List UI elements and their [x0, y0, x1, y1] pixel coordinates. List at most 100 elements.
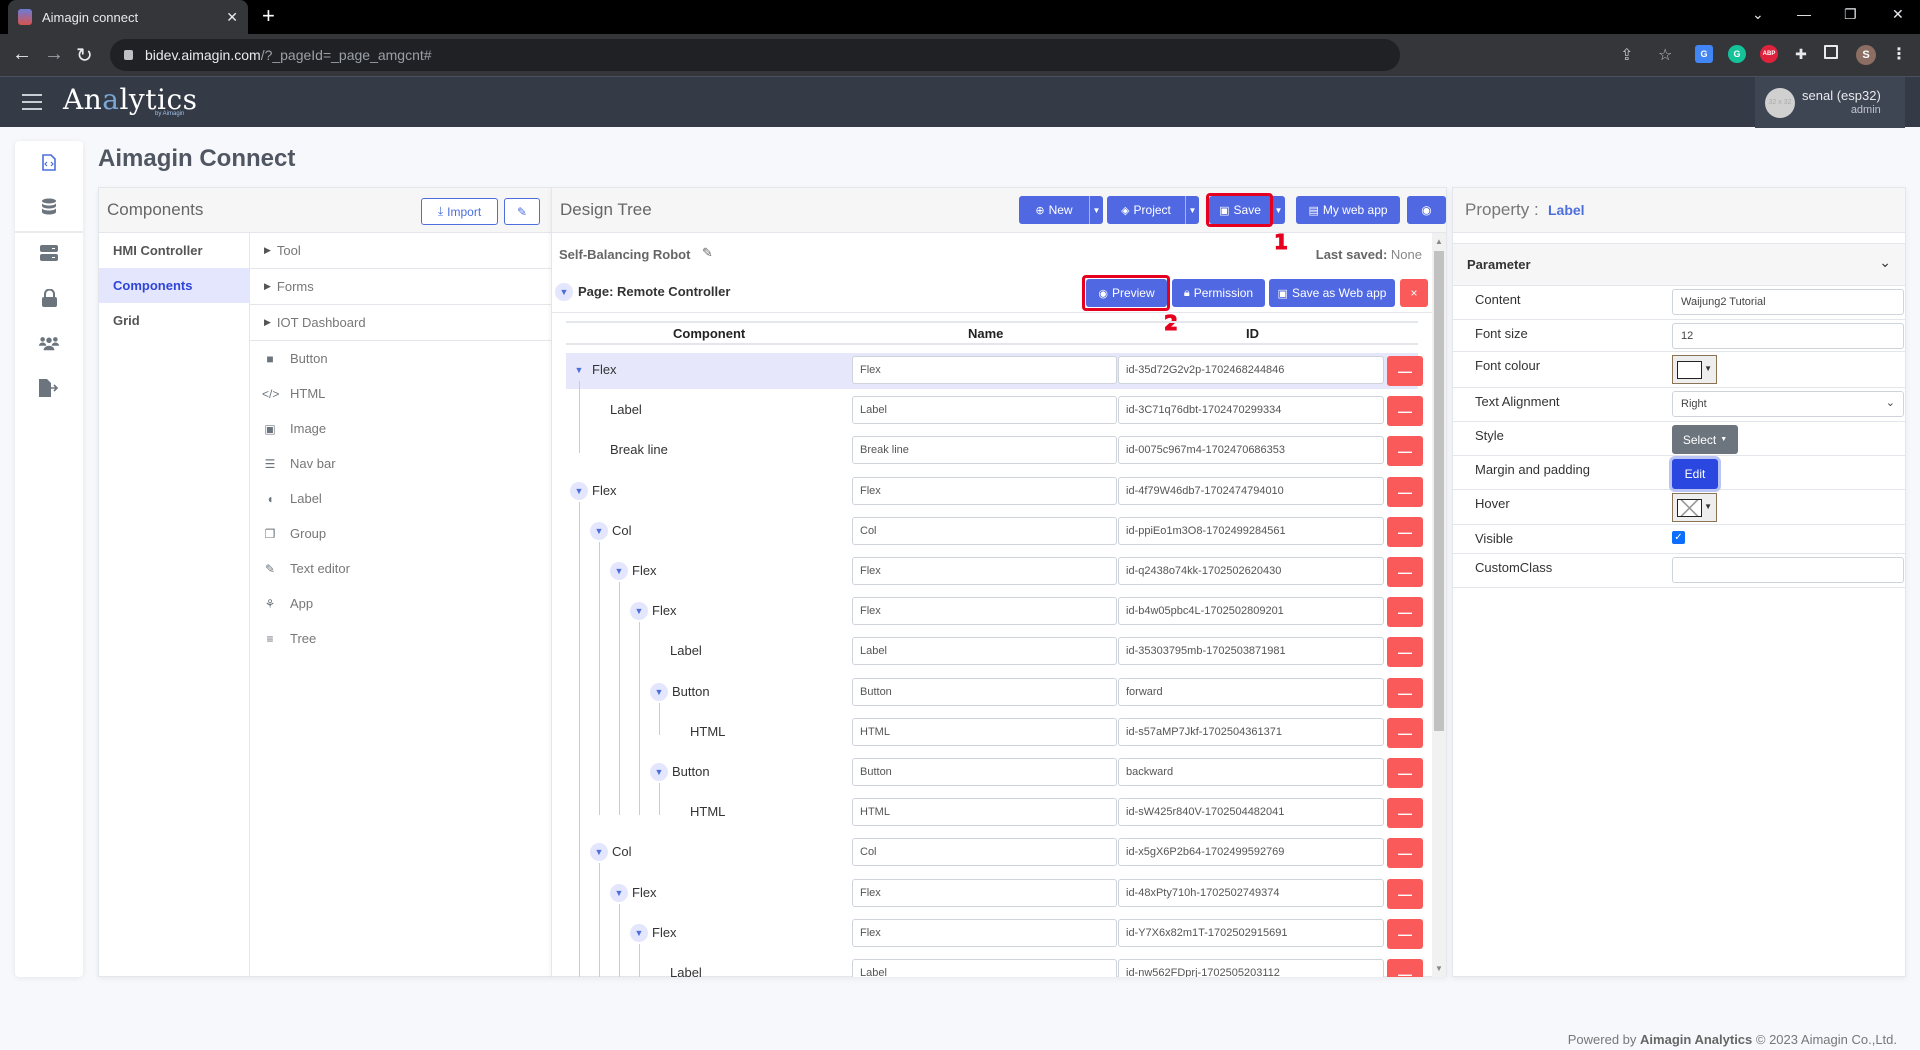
collapse-toggle-icon[interactable]: ▼ [650, 682, 668, 701]
visible-checkbox[interactable]: ✓ [1672, 531, 1685, 544]
url-input[interactable]: bidev.aimagin.com/?_pageId=_page_amgcnt#… [110, 39, 1672, 71]
name-input[interactable]: Flex [852, 878, 1117, 907]
file-code-icon[interactable] [39, 152, 59, 172]
delete-row-button[interactable]: — [1387, 677, 1423, 708]
my-web-app-button[interactable]: ▤ My web app [1296, 196, 1400, 224]
name-input[interactable]: Col [852, 838, 1117, 867]
tree-row[interactable]: ▼ Flex Flex id-4f79W46db7-1702474794010— [566, 474, 1423, 510]
id-input[interactable]: backward [1118, 758, 1384, 786]
delete-row-button[interactable]: — [1387, 758, 1423, 788]
user-menu[interactable]: 32 x 32 senal (esp32) admin [1755, 77, 1905, 128]
new-button[interactable]: ⊕ New [1019, 196, 1089, 224]
font-colour-picker[interactable]: ▼ [1672, 355, 1717, 384]
new-dropdown-toggle[interactable]: ▼ [1089, 196, 1103, 224]
name-input[interactable]: Label [852, 637, 1117, 666]
component-item-nav-bar[interactable]: ☰ Nav bar [250, 446, 551, 481]
group-iot-dashboard[interactable]: ▶ IOT Dashboard [250, 305, 551, 341]
tree-row[interactable]: Label Label id-3C71q76dbt-1702470299334— [566, 393, 1423, 429]
id-input[interactable]: id-q2438o74kk-1702502620430 [1118, 557, 1384, 585]
import-button[interactable]: ⤓ Import [421, 198, 498, 225]
users-icon[interactable] [39, 333, 59, 353]
collapse-toggle-icon[interactable]: ▼ [610, 562, 628, 580]
project-dropdown-toggle[interactable]: ▼ [1185, 196, 1199, 224]
id-input[interactable]: id-4f79W46db7-1702474794010 [1118, 476, 1384, 505]
delete-row-button[interactable]: — [1387, 959, 1423, 977]
grammarly-extension-icon[interactable]: G [1728, 45, 1746, 63]
side-panel-icon[interactable] [1824, 45, 1838, 59]
design-tree-scrollbar[interactable]: ▲ ▼ [1432, 233, 1446, 977]
parameter-section-header[interactable]: Parameter ⌄ [1453, 243, 1905, 286]
group-tool[interactable]: ▶ Tool [250, 233, 551, 269]
delete-row-button[interactable]: — [1387, 396, 1423, 427]
component-item-group[interactable]: ❐ Group [250, 516, 551, 551]
tree-row[interactable]: ▼ Button Button forward — [566, 675, 1423, 711]
share-icon[interactable]: ⇪ [1620, 45, 1633, 65]
tree-row[interactable]: Label Label id-35303795mb-1702503871981— [566, 634, 1423, 670]
style-select-button[interactable]: Select ▼ [1672, 425, 1738, 454]
permission-button[interactable]: 🔒︎ Permission [1172, 279, 1265, 307]
footer-brand[interactable]: Aimagin Analytics [1640, 1032, 1752, 1047]
name-input[interactable]: Col [852, 516, 1117, 545]
tree-row[interactable]: ▼ Button Button backward — [566, 755, 1423, 791]
scroll-down-icon[interactable]: ▼ [1435, 964, 1443, 973]
delete-row-button[interactable]: — [1387, 476, 1423, 507]
margin-edit-button[interactable]: Edit [1672, 459, 1718, 489]
project-button[interactable]: ◈ Project [1107, 196, 1185, 224]
server-icon[interactable] [39, 243, 59, 263]
extensions-puzzle-icon[interactable]: ✚ [1792, 45, 1810, 63]
id-input[interactable]: id-35303795mb-1702503871981 [1118, 637, 1384, 666]
save-dropdown-toggle[interactable]: ▼ [1271, 196, 1285, 224]
name-input[interactable]: HTML [852, 717, 1117, 746]
reload-icon[interactable]: ↻ [76, 43, 93, 68]
id-input[interactable]: id-Y7X6x82m1T-1702502915691 [1118, 918, 1384, 947]
content-input[interactable]: Waijung2 Tutorial [1672, 289, 1904, 315]
delete-row-button[interactable]: — [1387, 516, 1423, 547]
component-item-label[interactable]: ◖ Label [250, 481, 551, 516]
collapse-toggle-icon[interactable]: ▼ [570, 361, 588, 379]
component-item-button[interactable]: ■ Button [250, 341, 551, 376]
component-item-text-editor[interactable]: ✎ Text editor [250, 551, 551, 586]
category-hmi-controller[interactable]: HMI Controller [99, 233, 249, 268]
back-icon[interactable]: ← [12, 43, 32, 66]
hamburger-menu-icon[interactable] [22, 94, 42, 110]
name-input[interactable]: Flex [852, 356, 1117, 384]
save-as-web-app-button[interactable]: ▣ Save as Web app [1269, 279, 1395, 307]
delete-row-button[interactable]: — [1387, 637, 1423, 668]
id-input[interactable]: id-ppiEo1m3O8-1702499284561 [1118, 516, 1384, 545]
profile-avatar[interactable]: S [1856, 45, 1876, 65]
delete-row-button[interactable]: — [1387, 717, 1423, 748]
group-forms[interactable]: ▶ Forms [250, 269, 551, 305]
collapse-toggle-icon[interactable]: ▼ [630, 602, 648, 621]
file-export-icon[interactable] [39, 378, 59, 398]
tab-search-icon[interactable]: ⌄ [1752, 6, 1764, 23]
name-input[interactable]: Break line [852, 436, 1117, 465]
restore-icon[interactable]: ❐ [1844, 6, 1857, 23]
translate-extension-icon[interactable]: G [1695, 45, 1713, 63]
collapse-toggle-icon[interactable]: ▼ [570, 481, 588, 500]
browser-tab[interactable]: Aimagin connect ✕ [8, 0, 248, 34]
view-button[interactable]: ◉ [1407, 196, 1446, 224]
name-input[interactable]: Button [852, 677, 1117, 706]
name-input[interactable]: Flex [852, 918, 1117, 947]
edit-components-button[interactable]: ✎ [504, 198, 540, 225]
font-size-input[interactable]: 12 [1672, 323, 1904, 349]
name-input[interactable]: Label [852, 959, 1117, 977]
new-tab-icon[interactable]: + [262, 3, 275, 29]
collapse-toggle-icon[interactable]: ▼ [650, 763, 668, 781]
browser-menu-icon[interactable]: ⋮ [1890, 45, 1908, 63]
delete-row-button[interactable]: — [1387, 356, 1423, 386]
tree-row[interactable]: Break line Break line id-0075c967m4-170247… [566, 433, 1423, 469]
tree-row[interactable]: Label Label id-nw562FDprj-1702505203112— [566, 956, 1423, 977]
adblock-extension-icon[interactable]: ABP [1760, 45, 1778, 63]
tree-row[interactable]: HTML HTML id-s57aMP7Jkf-1702504361371— [566, 715, 1423, 751]
collapse-toggle-icon[interactable]: ▼ [590, 843, 608, 862]
scroll-thumb[interactable] [1434, 251, 1444, 731]
delete-page-button[interactable]: × [1400, 279, 1428, 307]
delete-row-button[interactable]: — [1387, 798, 1423, 829]
collapse-toggle-icon[interactable]: ▼ [610, 883, 628, 902]
name-input[interactable]: Flex [852, 557, 1117, 585]
tree-row[interactable]: ▼ Flex Flex id-35d72G2v2p-1702468244846— [566, 353, 1423, 389]
scroll-up-icon[interactable]: ▲ [1435, 237, 1443, 246]
component-item-image[interactable]: ▣ Image [250, 411, 551, 446]
id-input[interactable]: id-b4w05pbc4L-1702502809201 [1118, 597, 1384, 626]
